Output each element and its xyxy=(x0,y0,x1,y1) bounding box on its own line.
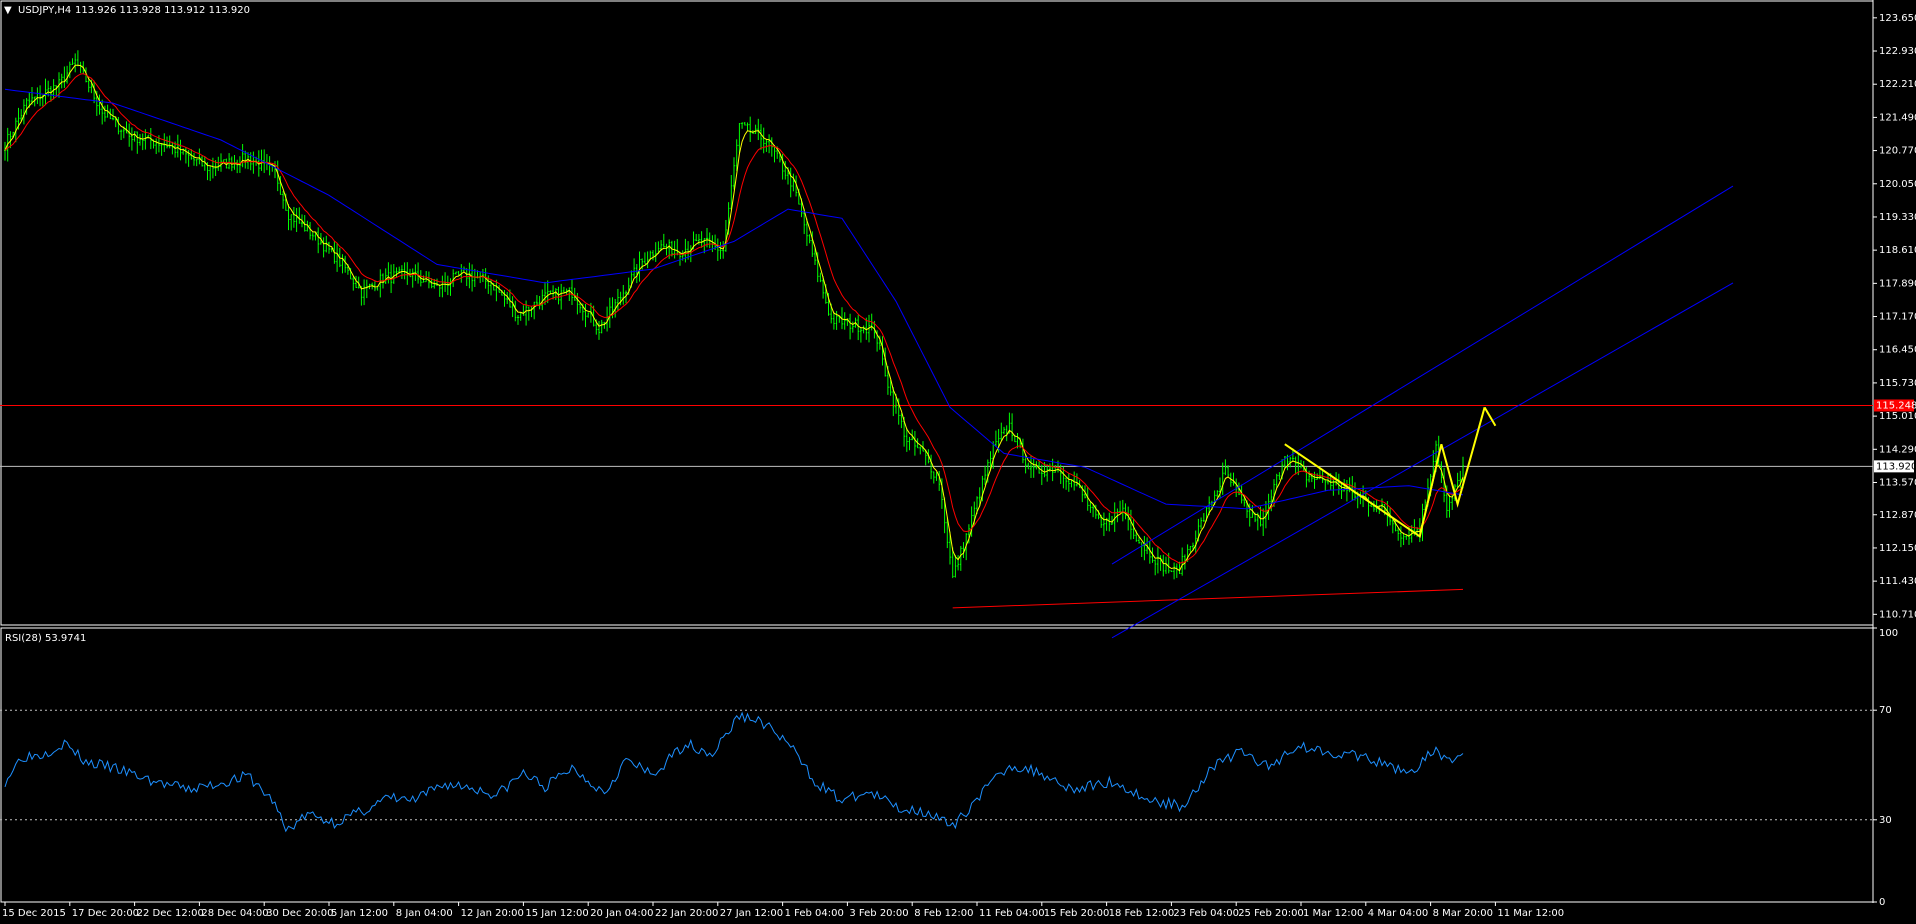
time-tick-label: 15 Feb 20:00 xyxy=(1044,908,1110,919)
resistance-price-label: 115.248 xyxy=(1876,401,1916,412)
trading-chart: ▼ USDJPY,H4 113.926 113.928 113.912 113.… xyxy=(0,0,1916,924)
price-tick-label: 122.930 xyxy=(1879,46,1916,57)
time-tick-label: 23 Feb 04:00 xyxy=(1173,908,1239,919)
time-tick-label: 22 Jan 20:00 xyxy=(655,908,718,919)
current-price-label: 113.920 xyxy=(1876,461,1916,472)
symbol-label: USDJPY,H4 xyxy=(18,5,71,16)
time-tick-label: 22 Dec 12:00 xyxy=(137,908,204,919)
price-tick-label: 117.170 xyxy=(1879,312,1916,323)
time-tick-label: 17 Dec 20:00 xyxy=(72,908,139,919)
time-tick-label: 1 Feb 04:00 xyxy=(785,908,844,919)
price-tick-label: 110.710 xyxy=(1879,609,1916,620)
price-tick-label: 117.890 xyxy=(1879,278,1916,289)
time-tick-label: 5 Jan 12:00 xyxy=(331,908,388,919)
chart-background xyxy=(0,0,1916,924)
price-tick-label: 113.570 xyxy=(1879,477,1916,488)
rsi-tick-label: 70 xyxy=(1879,705,1892,716)
time-tick-label: 15 Jan 12:00 xyxy=(525,908,588,919)
price-tick-label: 120.050 xyxy=(1879,179,1916,190)
time-tick-label: 12 Jan 20:00 xyxy=(461,908,524,919)
time-tick-label: 1 Mar 12:00 xyxy=(1303,908,1363,919)
time-tick-label: 25 Feb 20:00 xyxy=(1238,908,1304,919)
time-tick-label: 3 Feb 20:00 xyxy=(849,908,908,919)
time-tick-label: 4 Mar 04:00 xyxy=(1368,908,1428,919)
time-tick-label: 20 Jan 04:00 xyxy=(590,908,653,919)
price-tick-label: 115.010 xyxy=(1879,411,1916,422)
price-tick-label: 119.330 xyxy=(1879,212,1916,223)
price-tick-label: 120.770 xyxy=(1879,146,1916,157)
time-tick-label: 11 Feb 04:00 xyxy=(979,908,1045,919)
time-tick-label: 11 Mar 12:00 xyxy=(1497,908,1564,919)
price-tick-label: 116.450 xyxy=(1879,345,1916,356)
time-tick-label: 30 Dec 20:00 xyxy=(266,908,333,919)
time-tick-label: 8 Mar 20:00 xyxy=(1433,908,1493,919)
price-tick-label: 122.210 xyxy=(1879,79,1916,90)
rsi-tick-label: 0 xyxy=(1879,897,1885,908)
rsi-tick-label: 100 xyxy=(1879,628,1898,639)
time-tick-label: 8 Jan 04:00 xyxy=(396,908,453,919)
rsi-label: RSI(28) 53.9741 xyxy=(5,633,86,644)
time-tick-label: 8 Feb 12:00 xyxy=(914,908,973,919)
time-tick-label: 27 Jan 12:00 xyxy=(720,908,783,919)
price-tick-label: 112.870 xyxy=(1879,510,1916,521)
price-tick-label: 123.650 xyxy=(1879,13,1916,24)
ohlc-label: 113.926 113.928 113.912 113.920 xyxy=(75,5,250,16)
rsi-tick-label: 30 xyxy=(1879,815,1892,826)
price-tick-label: 112.150 xyxy=(1879,543,1916,554)
time-tick-label: 28 Dec 04:00 xyxy=(201,908,268,919)
price-tick-label: 114.290 xyxy=(1879,444,1916,455)
price-tick-label: 121.490 xyxy=(1879,112,1916,123)
price-tick-label: 111.430 xyxy=(1879,576,1916,587)
price-tick-label: 118.610 xyxy=(1879,245,1916,256)
header-menu-arrow[interactable]: ▼ xyxy=(4,5,12,16)
time-tick-label: 15 Dec 2015 xyxy=(2,908,66,919)
time-tick-label: 18 Feb 12:00 xyxy=(1109,908,1175,919)
price-tick-label: 115.730 xyxy=(1879,378,1916,389)
